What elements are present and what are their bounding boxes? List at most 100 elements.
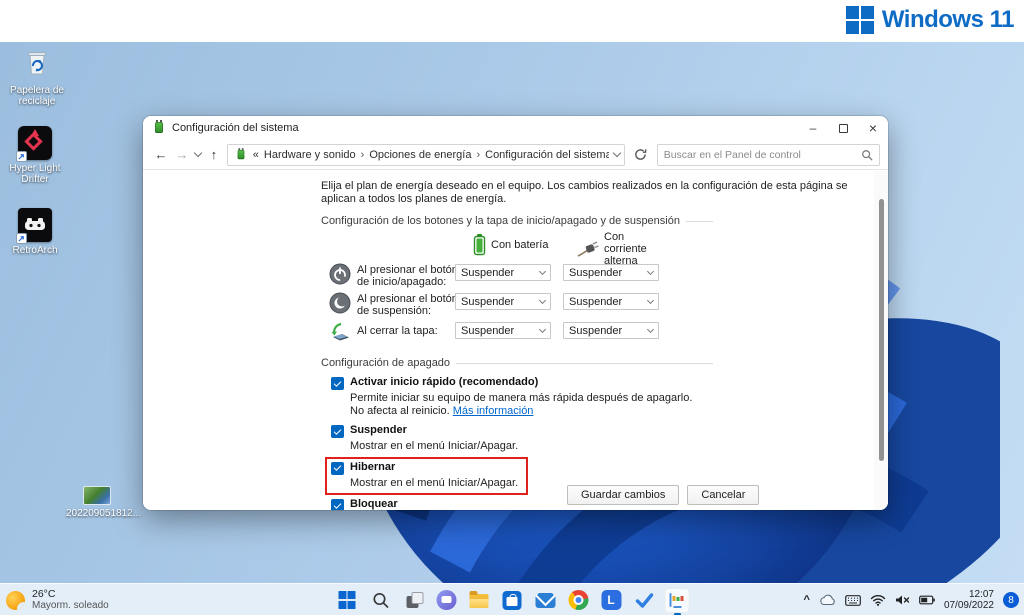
more-info-link[interactable]: Más información [453,405,534,417]
buttons-lid-section: Configuración de los botones y la tapa d… [321,215,713,345]
file-explorer-button[interactable] [467,588,492,613]
onedrive-cloud-icon[interactable] [819,594,836,606]
desktop-icon-recycle-bin[interactable]: Papelera de reciclaje [6,45,68,107]
notification-badge[interactable]: 8 [1003,592,1019,608]
desktop-icon-screenshot-file[interactable]: 202209051812... [66,486,142,519]
search-icon [372,592,388,608]
sleep-button-row: Al presionar el botón de suspensión: Sus… [321,290,713,319]
up-button[interactable]: ↑ [206,147,222,162]
system-configuration-window: Configuración del sistema – × ← → ↑ « Ha… [143,116,888,510]
desktop-icon-label: 202209051812... [66,508,142,519]
system-configuration-icon [669,592,685,608]
desktop-icon-label: Hyper Light Drifter [9,163,61,185]
l-app-button[interactable]: L [599,588,624,613]
breadcrumb-prefix: « [252,148,259,161]
folder-icon [469,591,489,608]
select-value: Suspender [461,295,515,308]
battery-tray-icon[interactable] [919,595,935,605]
breadcrumb: « Hardware y sonido › Opciones de energí… [253,149,609,161]
task-view-button[interactable] [401,588,426,613]
power-button-battery-select[interactable]: Suspender [455,264,551,281]
chevron-down-icon [538,267,547,275]
refresh-button[interactable] [630,144,652,166]
window-titlebar[interactable]: Configuración del sistema – × [143,116,888,140]
weather-widget[interactable]: 26°C Mayorm. soleado [6,584,109,615]
breadcrumb-item-system-settings[interactable]: Configuración del sistema [485,149,609,161]
todo-app-button[interactable] [632,588,657,613]
recent-pages-chevron-icon[interactable] [193,148,203,158]
start-button[interactable] [335,588,360,613]
sun-weather-icon [6,590,25,610]
wifi-icon[interactable] [870,594,886,606]
shortcut-arrow-icon [16,233,27,244]
scrollbar-thumb[interactable] [879,199,884,461]
desktop-icon-hyper-light-drifter[interactable]: Hyper Light Drifter [4,126,66,185]
desktop-icon-retroarch[interactable]: RetroArch [4,208,66,256]
vertical-scrollbar[interactable] [874,171,888,510]
sleep-checkbox[interactable] [331,425,344,438]
select-value: Suspender [569,324,623,337]
store-icon [502,590,522,610]
mail-button[interactable] [533,588,558,613]
breadcrumb-item-power-options[interactable]: Opciones de energía [369,149,471,161]
close-button[interactable]: × [858,116,888,140]
chevron-down-icon [538,325,547,333]
lid-close-battery-select[interactable]: Suspender [455,322,551,339]
brand-text: Windows 11 [881,6,1015,33]
address-dropdown-chevron-icon[interactable] [612,148,622,158]
checkbox-label: Suspender [350,424,407,436]
select-value: Suspender [569,295,623,308]
touch-keyboard-icon[interactable] [845,594,861,606]
weather-condition: Mayorm. soleado [32,600,109,611]
chevron-down-icon [538,296,547,304]
chrome-button[interactable] [566,588,591,613]
section-title-shutdown: Configuración de apagado [321,357,451,369]
cancel-button[interactable]: Cancelar [687,485,760,505]
sleep-button-battery-select[interactable]: Suspender [455,293,551,310]
recycle-bin-icon [6,45,68,82]
screen: Windows 11 Papelera de reciclaje Hyper L… [0,0,1024,615]
fast-startup-checkbox[interactable] [331,377,344,390]
hyper-light-drifter-icon [4,126,66,162]
breadcrumb-item-hardware[interactable]: Hardware y sonido [264,149,356,161]
chevron-down-icon [646,325,655,333]
weather-temperature: 26°C [32,588,56,600]
checkbox-description: Mostrar en el menú Iniciar/Apagar. [350,440,519,452]
address-bar[interactable]: « Hardware y sonido › Opciones de energí… [226,143,625,166]
column-header-battery: Con batería [491,239,549,251]
save-changes-button[interactable]: Guardar cambios [567,485,680,505]
maximize-button[interactable] [828,116,858,140]
row-label: Al presionar el botón de inicio/apagado: [357,264,458,288]
breadcrumb-separator: › [476,148,481,161]
minimize-button[interactable]: – [798,116,828,140]
intro-paragraph: Elija el plan de energía deseado en el e… [321,180,848,205]
hidden-icons-chevron[interactable]: ^ [804,594,810,606]
power-button-row: Al presionar el botón de inicio/apagado:… [321,261,713,290]
sleep-button-ac-select[interactable]: Suspender [563,293,659,310]
power-options-app-icon [235,147,247,161]
window-content: Elija el plan de energía deseado en el e… [143,171,874,510]
forward-button[interactable]: → [174,147,190,162]
taskbar: 26°C Mayorm. soleado L ^ 12:07 07/09/202… [0,583,1024,615]
checkmark-icon [635,593,653,608]
lid-close-ac-select[interactable]: Suspender [563,322,659,339]
power-button-ac-select[interactable]: Suspender [563,264,659,281]
taskbar-search-button[interactable] [368,588,393,613]
lock-checkbox[interactable] [331,499,344,510]
back-button[interactable]: ← [153,147,169,162]
red-highlight-box: Hibernar Mostrar en el menú Iniciar/Apag… [325,456,529,495]
search-input[interactable] [663,148,861,161]
battery-icon [473,234,486,256]
row-label: Al presionar el botón de suspensión: [357,293,458,317]
lid-close-row: Al cerrar la tapa: Suspender Suspender [321,319,713,345]
chat-button[interactable] [434,588,459,613]
maximize-icon [838,123,848,133]
microsoft-store-button[interactable] [500,588,525,613]
checkbox-label: Hibernar [350,460,396,473]
taskbar-clock[interactable]: 12:07 07/09/2022 [944,589,994,611]
search-box[interactable] [656,143,880,166]
hibernate-checkbox[interactable] [331,461,344,475]
volume-muted-icon[interactable] [895,594,910,606]
system-configuration-taskbar-button[interactable] [664,587,690,613]
select-value: Suspender [461,324,515,337]
